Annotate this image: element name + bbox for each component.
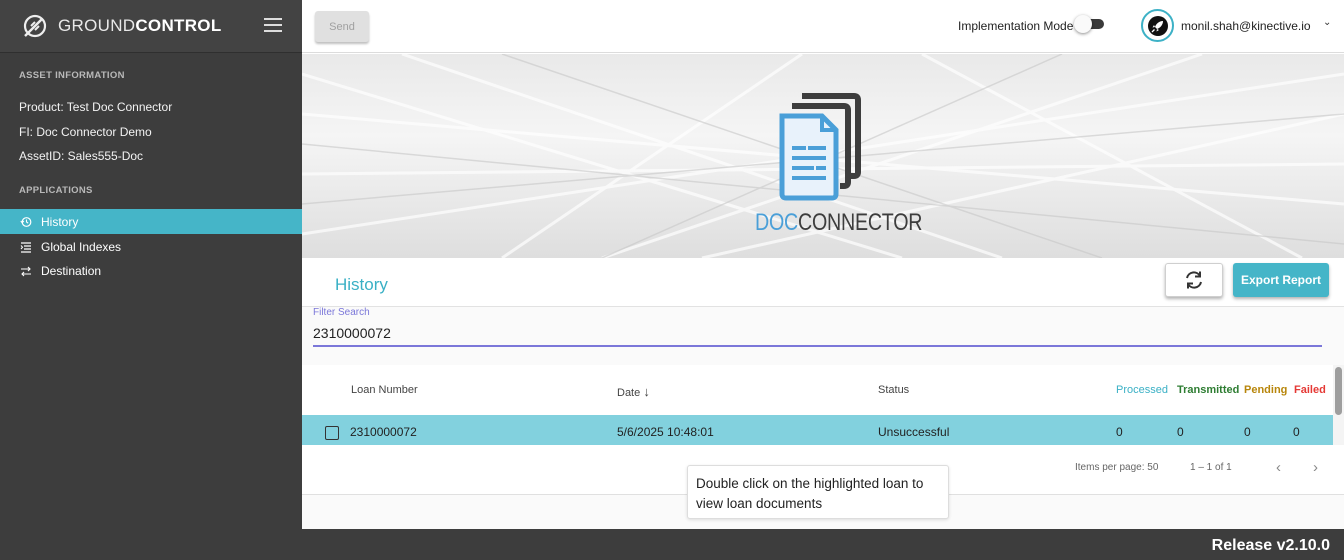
asset-product: Product: Test Doc Connector bbox=[19, 100, 173, 114]
filter-search-input[interactable] bbox=[313, 321, 1322, 347]
history-header: History Export Report bbox=[302, 258, 1344, 307]
asset-id: AssetID: Sales555-Doc bbox=[19, 149, 144, 163]
sidebar-item-label: Global Indexes bbox=[41, 239, 122, 254]
user-email[interactable]: monil.shah@kinective.io bbox=[1181, 19, 1311, 33]
tooltip: Double click on the highlighted loan to … bbox=[687, 465, 949, 519]
avatar[interactable] bbox=[1141, 9, 1174, 42]
brand-header: GROUNDCONTROL bbox=[0, 0, 302, 53]
column-header-pending[interactable]: Pending bbox=[1244, 384, 1287, 396]
page-title: History bbox=[335, 275, 388, 294]
cell-status: Unsuccessful bbox=[878, 425, 950, 439]
row-checkbox[interactable] bbox=[325, 426, 339, 440]
page-range: 1 – 1 of 1 bbox=[1190, 462, 1232, 473]
chevron-down-icon[interactable]: ⌄ bbox=[1323, 17, 1331, 28]
send-button[interactable]: Send bbox=[315, 11, 369, 42]
column-header-transmitted[interactable]: Transmitted bbox=[1177, 384, 1239, 396]
column-header-processed[interactable]: Processed bbox=[1116, 384, 1168, 396]
scrollbar-thumb[interactable] bbox=[1335, 367, 1342, 415]
cell-date: 5/6/2025 10:48:01 bbox=[617, 425, 714, 439]
table-scrollbar[interactable] bbox=[1333, 365, 1344, 445]
docconnector-logo-icon bbox=[779, 93, 861, 201]
cell-pending: 0 bbox=[1244, 425, 1251, 439]
history-icon bbox=[20, 216, 32, 228]
rocket-icon bbox=[1147, 15, 1168, 36]
implementation-mode-label: Implementation Mode bbox=[958, 19, 1074, 33]
brand-name: GROUNDCONTROL bbox=[58, 16, 222, 35]
sidebar-item-label: Destination bbox=[41, 263, 102, 278]
top-bar: Send Implementation Mode monil.shah@kine… bbox=[302, 0, 1344, 53]
asset-info-title: ASSET INFORMATION bbox=[19, 70, 125, 81]
sort-arrow-down-icon: ↓ bbox=[643, 384, 650, 399]
column-header-date[interactable]: Date ↓ bbox=[617, 384, 650, 399]
items-per-page[interactable]: Items per page: 50 bbox=[1075, 462, 1158, 473]
export-report-button[interactable]: Export Report bbox=[1233, 263, 1329, 297]
cell-failed: 0 bbox=[1293, 425, 1300, 439]
filter-search-label: Filter Search bbox=[313, 307, 370, 318]
cell-loan-number: 2310000072 bbox=[350, 425, 417, 439]
filter-search: Filter Search bbox=[302, 307, 1344, 365]
applications-title: APPLICATIONS bbox=[19, 185, 93, 196]
sidebar-item-destination[interactable]: Destination bbox=[0, 258, 302, 283]
sidebar-item-global-indexes[interactable]: Global Indexes bbox=[0, 234, 302, 259]
sidebar-item-label: History bbox=[41, 214, 79, 229]
cell-processed: 0 bbox=[1116, 425, 1123, 439]
cell-transmitted: 0 bbox=[1177, 425, 1184, 439]
table-row[interactable]: 2310000072 5/6/2025 10:48:01 Unsuccessfu… bbox=[302, 415, 1333, 445]
column-header-loan-number[interactable]: Loan Number bbox=[351, 384, 418, 396]
asset-fi: FI: Doc Connector Demo bbox=[19, 125, 152, 139]
docconnector-banner: DOCCONNECTOR bbox=[302, 54, 1344, 258]
refresh-button[interactable] bbox=[1165, 263, 1223, 297]
footer: Release v2.10.0 bbox=[302, 529, 1344, 560]
swap-arrows-icon bbox=[20, 265, 32, 277]
groundcontrol-logo-icon bbox=[23, 14, 47, 38]
docconnector-wordmark: DOCCONNECTOR bbox=[755, 209, 923, 236]
column-header-status[interactable]: Status bbox=[878, 384, 909, 396]
list-icon bbox=[20, 241, 32, 253]
sidebar: GROUNDCONTROL ASSET INFORMATION Product:… bbox=[0, 0, 302, 560]
refresh-icon bbox=[1186, 271, 1202, 289]
implementation-mode-toggle[interactable] bbox=[1074, 15, 1104, 33]
column-header-failed[interactable]: Failed bbox=[1294, 384, 1326, 396]
previous-page-button[interactable]: ‹ bbox=[1276, 459, 1281, 476]
release-version: Release v2.10.0 bbox=[1211, 537, 1330, 554]
next-page-button[interactable]: › bbox=[1313, 459, 1318, 476]
sidebar-item-history[interactable]: History bbox=[0, 209, 302, 234]
menu-toggle-icon[interactable] bbox=[264, 18, 282, 32]
